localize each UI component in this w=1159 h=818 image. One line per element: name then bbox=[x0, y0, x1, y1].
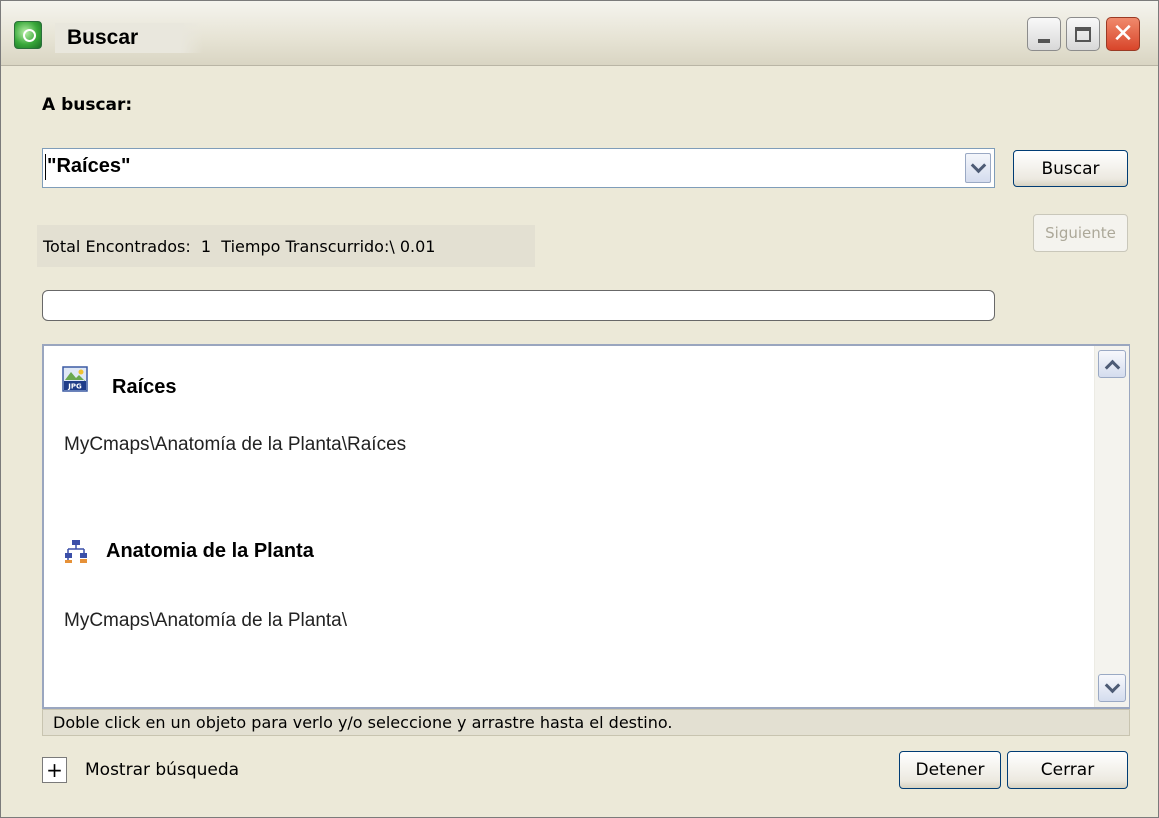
search-button[interactable]: Buscar bbox=[1013, 150, 1128, 187]
scroll-up-button[interactable] bbox=[1098, 350, 1126, 378]
scroll-down-button[interactable] bbox=[1098, 674, 1126, 702]
chevron-down-icon bbox=[970, 157, 986, 173]
result-title: Raíces bbox=[112, 376, 177, 398]
show-search-label[interactable]: Mostrar búsqueda bbox=[85, 760, 239, 780]
maximize-button[interactable] bbox=[1066, 17, 1100, 51]
search-status: Total Encontrados: 1 Tiempo Transcurrido… bbox=[37, 225, 535, 267]
cmaptools-app-icon[interactable] bbox=[14, 21, 42, 49]
result-title: Anatomia de la Planta bbox=[106, 540, 314, 562]
close-window-button[interactable]: ✕ bbox=[1106, 17, 1140, 51]
minimize-button[interactable] bbox=[1027, 17, 1061, 51]
svg-text:JPG: JPG bbox=[67, 383, 82, 391]
chevron-down-icon bbox=[1104, 677, 1120, 693]
result-path: MyCmaps\Anatomía de la Planta\Raíces bbox=[64, 434, 407, 455]
search-combobox[interactable]: "Raíces" bbox=[42, 148, 995, 188]
text-cursor bbox=[45, 154, 46, 180]
search-input[interactable]: "Raíces" bbox=[47, 155, 130, 178]
search-label: A buscar: bbox=[42, 95, 133, 115]
minimize-icon bbox=[1038, 39, 1050, 43]
instructions-hint: Doble click en un objeto para verlo y/o … bbox=[42, 709, 1130, 736]
result-path: MyCmaps\Anatomía de la Planta\ bbox=[64, 610, 348, 631]
combo-dropdown-button[interactable] bbox=[965, 153, 991, 183]
concept-map-icon bbox=[65, 540, 87, 563]
results-scrollbar[interactable] bbox=[1094, 346, 1129, 707]
window-title: Buscar bbox=[55, 23, 203, 53]
jpg-file-icon: JPG bbox=[62, 366, 88, 392]
title-bar[interactable]: Buscar ✕ bbox=[1, 1, 1158, 66]
next-button[interactable]: Siguiente bbox=[1033, 214, 1128, 252]
close-button[interactable]: Cerrar bbox=[1007, 751, 1128, 789]
results-list[interactable]: JPG Raíces MyCmaps\Anatomía de la Planta… bbox=[42, 344, 1130, 709]
stop-button[interactable]: Detener bbox=[899, 751, 1001, 789]
progress-bar bbox=[42, 290, 995, 321]
chevron-up-icon bbox=[1104, 359, 1120, 375]
close-icon: ✕ bbox=[1112, 19, 1134, 49]
maximize-icon bbox=[1075, 26, 1091, 42]
search-window: Buscar ✕ A buscar: "Raíces" Buscar Sigui… bbox=[0, 0, 1159, 818]
show-search-toggle[interactable]: + bbox=[42, 757, 67, 783]
